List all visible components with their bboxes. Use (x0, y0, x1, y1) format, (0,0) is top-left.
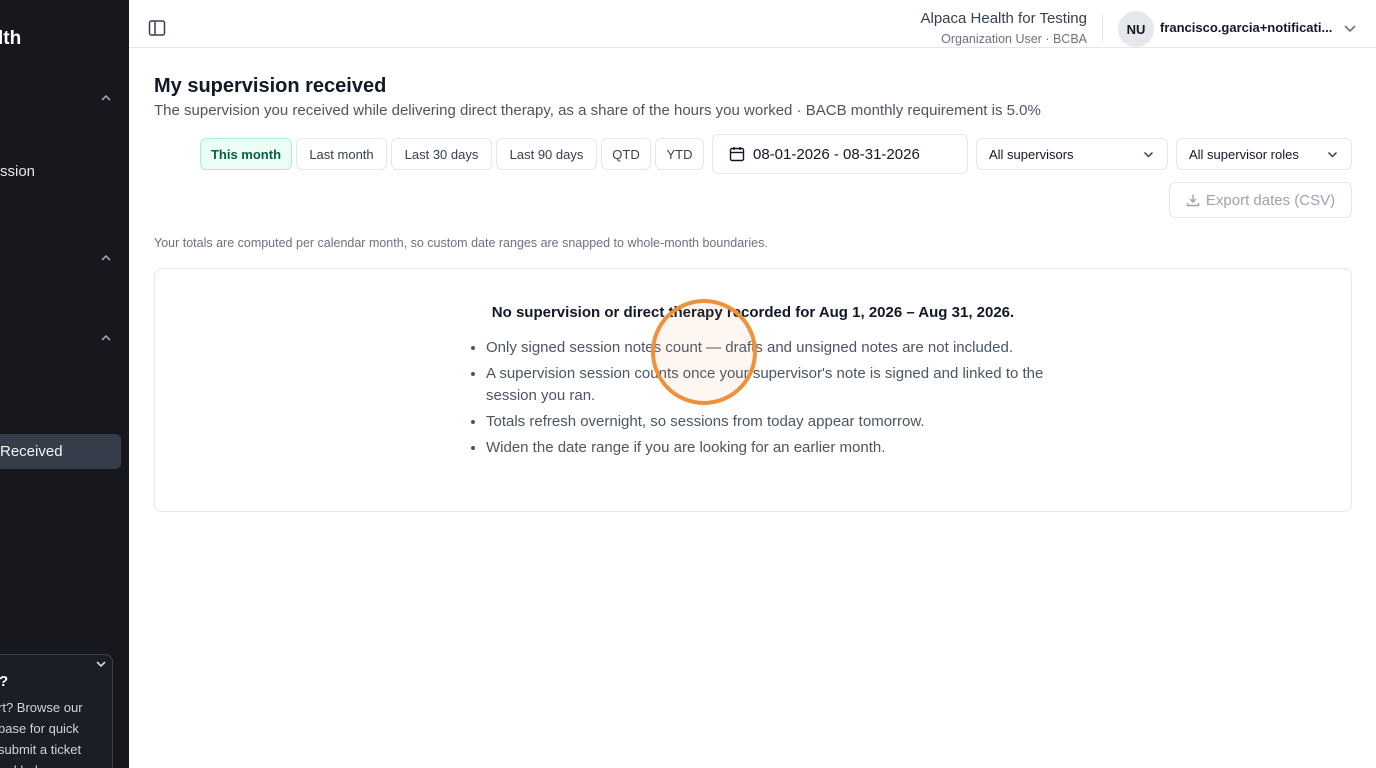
header-divider (1102, 14, 1103, 42)
page-title: My supervision received (154, 75, 387, 97)
brand-name: lth (0, 28, 22, 49)
date-range-picker[interactable]: 08-01-2026 - 08-31-2026 (712, 134, 968, 174)
range-chip-last-30-days[interactable]: Last 30 days (391, 138, 492, 170)
date-range-value: 08-01-2026 - 08-31-2026 (753, 145, 920, 163)
empty-state-list: Only signed session notes count — drafts… (486, 337, 1046, 463)
org-name: Alpaca Health for Testing (920, 10, 1088, 27)
empty-state-title: No supervision or direct therapy recorde… (491, 304, 1015, 321)
chevron-up-icon[interactable] (99, 331, 113, 345)
range-chip-qtd[interactable]: QTD (601, 138, 651, 170)
sidebar-item-supervision-received[interactable]: Received (0, 434, 121, 469)
export-csv-button[interactable]: Export dates (CSV) (1169, 182, 1352, 218)
chevron-down-icon[interactable] (1342, 20, 1358, 36)
help-text: rt? Browse our base for quick submit a t… (0, 700, 83, 768)
list-item: A supervision session counts once your s… (486, 363, 1046, 407)
calendar-month-footnote: Your totals are computed per calendar mo… (154, 236, 768, 250)
export-csv-label: Export dates (CSV) (1205, 191, 1336, 209)
chevron-down-icon[interactable] (94, 657, 108, 671)
chevron-down-icon (1142, 148, 1155, 161)
list-item: Only signed session notes count — drafts… (486, 337, 1046, 359)
chevron-up-icon[interactable] (99, 251, 113, 265)
sidebar-item-label: Received (0, 443, 63, 460)
list-item: Totals refresh overnight, so sessions fr… (486, 411, 1046, 433)
supervisor-select[interactable]: All supervisors (976, 138, 1168, 170)
supervisor-role-select[interactable]: All supervisor roles (1176, 138, 1352, 170)
help-card: ? rt? Browse our base for quick submit a… (0, 654, 113, 768)
org-role: Organization User · BCBA (941, 32, 1087, 46)
top-header: Alpaca Health for Testing Organization U… (129, 0, 1376, 48)
sidebar: lth ssion Received ? rt? Browse our base… (0, 0, 129, 768)
sidebar-item-session[interactable]: ssion (0, 163, 35, 180)
calendar-icon (729, 147, 745, 162)
range-chip-last-90-days[interactable]: Last 90 days (496, 138, 597, 170)
range-chip-last-month[interactable]: Last month (296, 138, 387, 170)
help-title: ? (0, 673, 8, 690)
download-icon (1186, 194, 1200, 207)
supervisor-role-select-value: All supervisor roles (1189, 146, 1299, 162)
chevron-up-icon[interactable] (99, 91, 113, 105)
user-menu-name[interactable]: francisco.garcia+notificati... (1160, 20, 1340, 35)
list-item: Widen the date range if you are looking … (486, 437, 1046, 459)
sidebar-toggle-icon[interactable] (148, 19, 166, 37)
page-subtitle: The supervision you received while deliv… (154, 102, 1041, 119)
range-chip-this-month[interactable]: This month (200, 138, 292, 170)
range-chip-ytd[interactable]: YTD (655, 138, 704, 170)
chevron-down-icon (1326, 148, 1339, 161)
empty-state-card: No supervision or direct therapy recorde… (154, 268, 1352, 512)
avatar[interactable]: NU (1118, 11, 1154, 47)
supervisor-select-value: All supervisors (989, 146, 1074, 162)
